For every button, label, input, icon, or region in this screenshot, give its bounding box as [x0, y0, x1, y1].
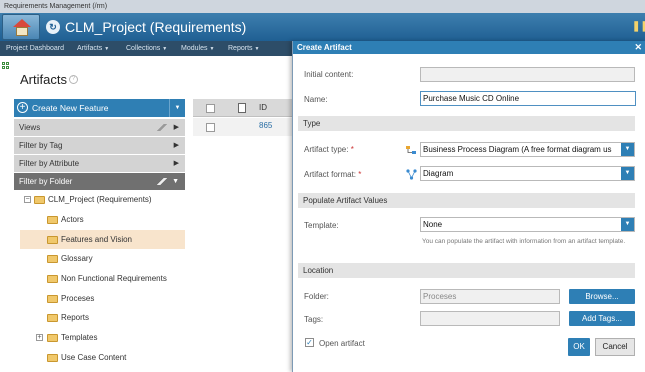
open-artifact-checkbox[interactable]: ✓ — [305, 338, 314, 347]
add-tags-button[interactable]: Add Tags... — [569, 311, 635, 326]
tree-item-templates[interactable]: + Templates — [20, 328, 185, 347]
populate-section-header: Populate Artifact Values — [298, 193, 635, 208]
select-all-checkbox[interactable] — [206, 104, 215, 113]
browse-button[interactable]: Browse... — [569, 289, 635, 304]
title-bar: ↻ CLM_Project (Requirements) ❚❚ — [0, 13, 645, 41]
folder-icon — [47, 295, 58, 303]
app-banner: Requirements Management (/rm) — [0, 0, 645, 13]
artifact-format-label: Artifact format: * — [304, 170, 362, 179]
chevron-right-icon: ▶ — [173, 124, 179, 131]
folder-label: Folder: — [304, 292, 329, 301]
tree-item-actors[interactable]: Actors — [20, 210, 185, 229]
home-icon[interactable] — [2, 14, 40, 40]
id-column-header[interactable]: ID — [259, 103, 267, 112]
cancel-button[interactable]: Cancel — [595, 338, 635, 356]
name-input[interactable]: Purchase Music CD Online — [420, 91, 636, 106]
chevron-right-icon: ▶ — [173, 160, 179, 167]
project-icon: ↻ — [46, 20, 60, 34]
expand-icon[interactable]: + — [36, 334, 43, 341]
chevron-down-icon: ▼ — [104, 46, 110, 52]
artifact-type-select[interactable]: Business Process Diagram (A free format … — [420, 142, 635, 157]
chevron-down-icon: ▼ — [162, 46, 168, 52]
folder-icon — [47, 354, 58, 362]
nav-artifacts[interactable]: Artifacts ▼ — [77, 41, 109, 57]
tree-item-reports[interactable]: Reports — [20, 308, 185, 327]
folder-field: Proceses — [420, 289, 560, 304]
open-artifact-label: Open artifact — [319, 339, 365, 348]
page-title: Artifacts — [20, 72, 67, 87]
chevron-right-icon: ▶ — [173, 142, 179, 149]
tree-root[interactable]: − CLM_Project (Requirements) — [20, 190, 185, 209]
chevron-down-icon[interactable]: ▼ — [621, 167, 634, 180]
folder-icon — [47, 255, 58, 263]
filter-by-folder-accordion[interactable]: Filter by Folder ▼ — [14, 173, 185, 191]
initial-content-label: Initial content: — [304, 70, 354, 79]
chevron-down-icon[interactable]: ▼ — [621, 218, 634, 231]
tags-label: Tags: — [304, 315, 324, 324]
close-icon[interactable]: ✕ — [634, 41, 642, 54]
name-label: Name: — [304, 95, 328, 104]
tree-item-glossary[interactable]: Glossary — [20, 249, 185, 268]
chevron-down-icon: ▼ — [209, 46, 215, 52]
tree-item-proceses[interactable]: Proceses — [20, 289, 185, 308]
tree-item-non-functional-requirements[interactable]: Non Functional Requirements — [20, 269, 185, 288]
chevron-down-icon[interactable]: ▼ — [169, 99, 185, 117]
folder-icon — [47, 314, 58, 322]
nav-modules[interactable]: Modules ▼ — [181, 41, 214, 57]
chevron-down-icon: ▼ — [172, 178, 179, 185]
location-section-header: Location — [298, 263, 635, 278]
pencil-icon[interactable] — [157, 178, 167, 185]
help-icon[interactable]: ? — [69, 75, 78, 84]
folder-icon — [47, 236, 58, 244]
artifact-format-select[interactable]: Diagram ▼ — [420, 166, 635, 181]
tags-field — [420, 311, 560, 326]
artifact-id-link[interactable]: 865 — [259, 121, 272, 130]
filter-by-tag-accordion[interactable]: Filter by Tag ▶ — [14, 137, 185, 155]
nav-collections[interactable]: Collections ▼ — [126, 41, 167, 57]
type-section-header: Type — [298, 116, 635, 131]
menu-icon[interactable]: ❚❚ — [632, 21, 645, 33]
create-new-feature-button[interactable]: + Create New Feature ▼ — [14, 99, 185, 117]
chevron-down-icon[interactable]: ▼ — [621, 143, 634, 156]
folder-icon — [34, 196, 45, 204]
plus-icon: + — [17, 102, 28, 113]
business-process-icon — [406, 146, 416, 154]
diagram-icon — [406, 169, 417, 180]
nav-reports[interactable]: Reports ▼ — [228, 41, 259, 57]
artifact-type-label: Artifact type: * — [304, 145, 354, 154]
template-label: Template: — [304, 221, 339, 230]
tree-item-features-and-vision[interactable]: Features and Vision — [20, 230, 185, 249]
ok-button[interactable]: OK — [568, 338, 590, 356]
filter-by-attribute-accordion[interactable]: Filter by Attribute ▶ — [14, 155, 185, 173]
folder-icon — [47, 275, 58, 283]
folder-icon — [47, 334, 58, 342]
create-artifact-dialog: Create Artifact ✕ Initial content: Name:… — [292, 41, 645, 372]
template-hint: You can populate the artifact with infor… — [422, 238, 626, 245]
nav-project-dashboard[interactable]: Project Dashboard — [6, 41, 64, 56]
pencil-icon[interactable] — [157, 124, 167, 131]
artifact-type-icon[interactable] — [238, 103, 246, 113]
chevron-down-icon: ▼ — [254, 46, 260, 52]
collapse-icon[interactable]: − — [24, 196, 31, 203]
grid-icon[interactable] — [2, 62, 10, 70]
initial-content-field — [420, 67, 635, 82]
project-title: CLM_Project (Requirements) — [65, 19, 247, 35]
views-accordion[interactable]: Views ▶ — [14, 119, 185, 137]
tree-item-use-case-content[interactable]: Use Case Content — [20, 348, 185, 367]
dialog-title: Create Artifact ✕ — [293, 41, 645, 54]
row-checkbox[interactable] — [206, 123, 215, 132]
template-select[interactable]: None ▼ — [420, 217, 635, 232]
folder-icon — [47, 216, 58, 224]
